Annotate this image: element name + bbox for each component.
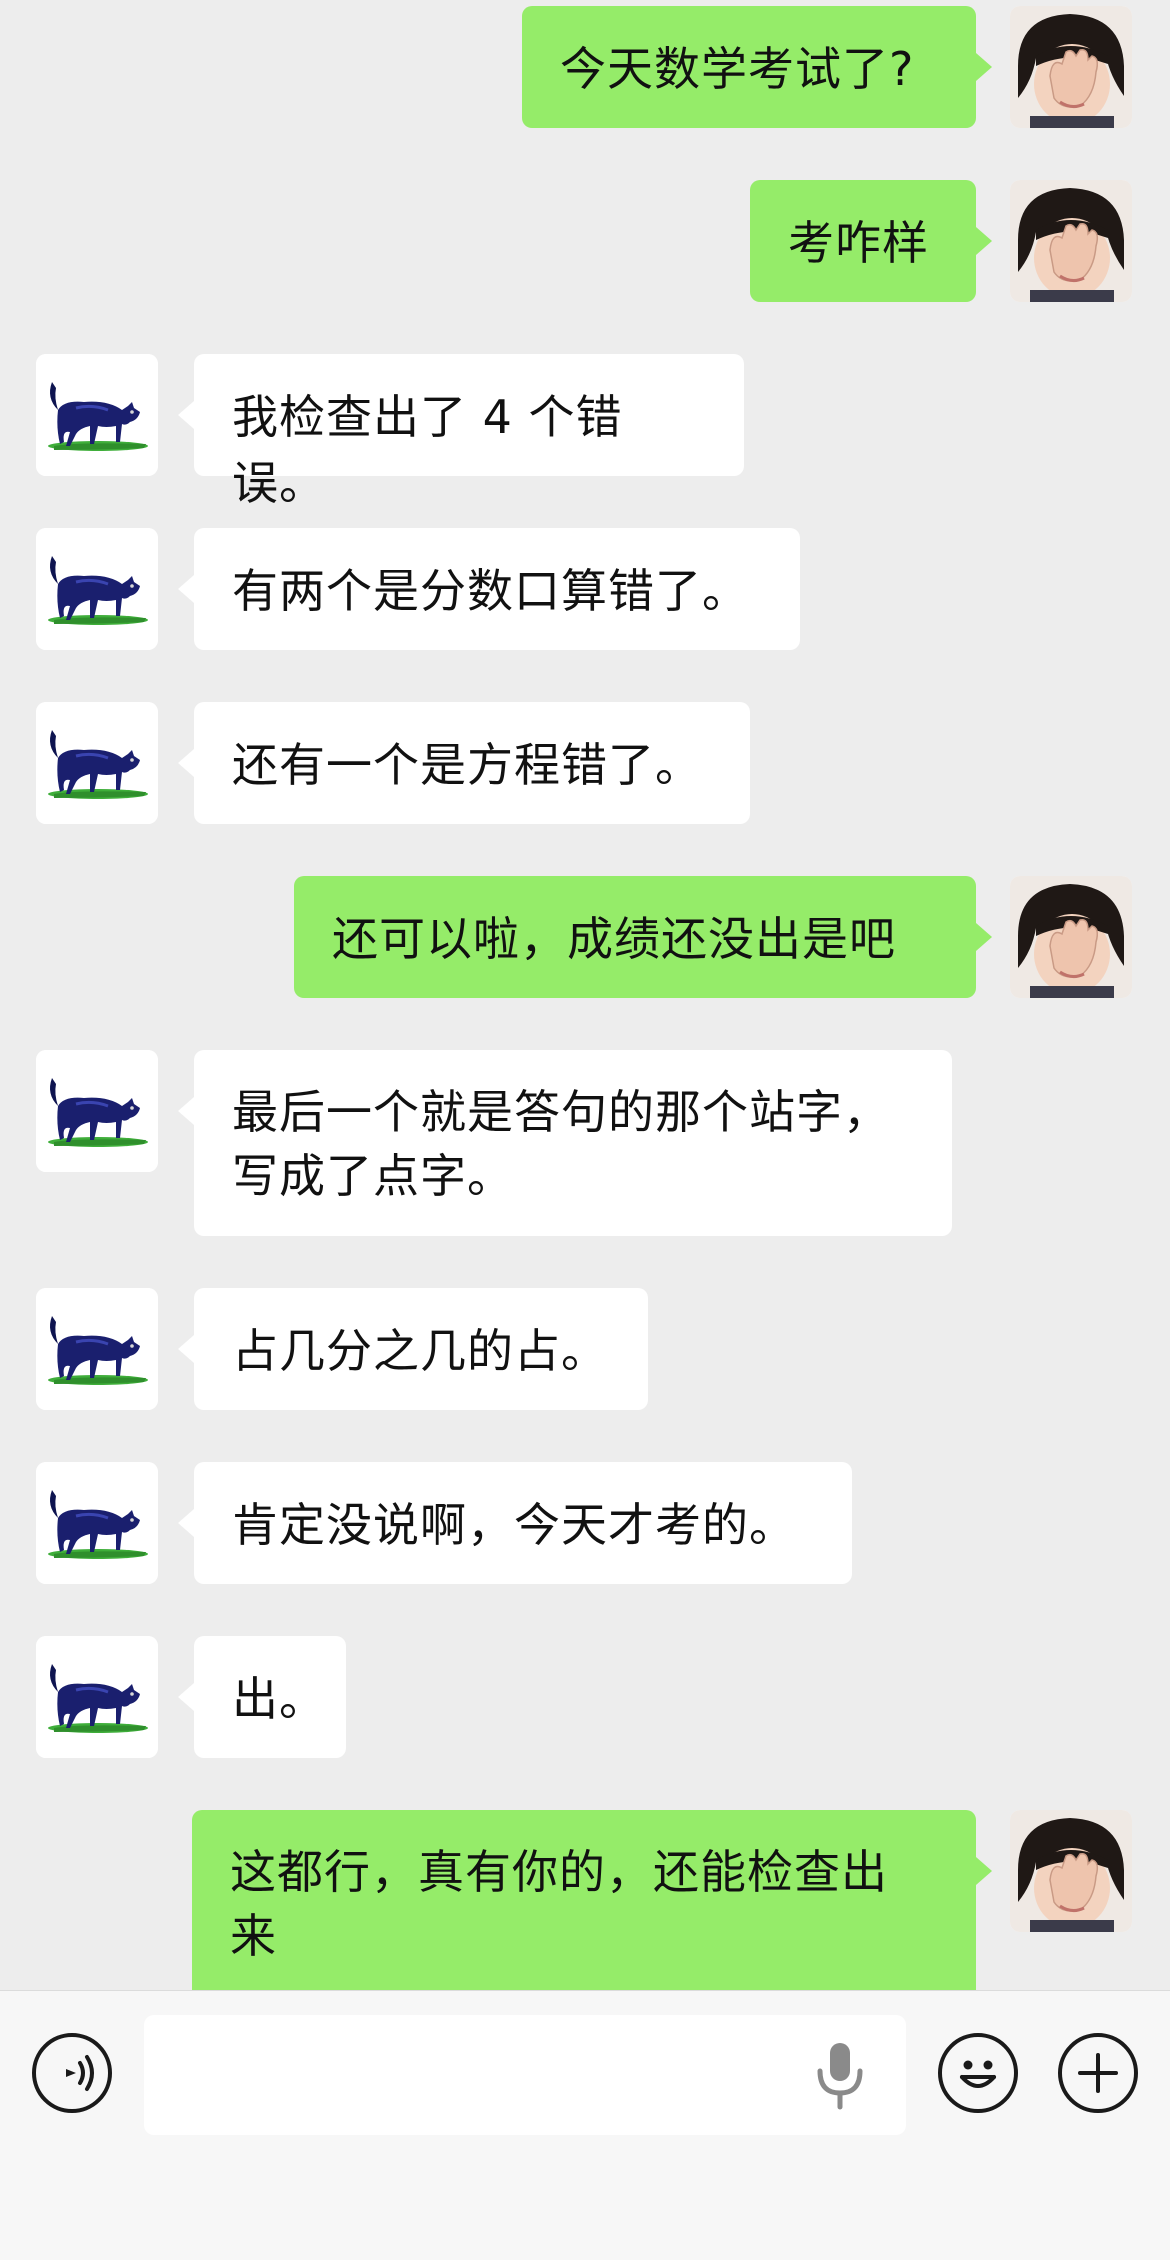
avatar-image (36, 1288, 158, 1410)
avatar[interactable] (1010, 1810, 1132, 1932)
avatar-image (36, 1050, 158, 1172)
avatar-image (36, 354, 158, 476)
plus-icon (1078, 2053, 1118, 2093)
microphone-icon[interactable] (810, 2039, 870, 2111)
avatar-image (1010, 6, 1132, 128)
avatar-image (1010, 876, 1132, 998)
avatar-image (1010, 1810, 1132, 1932)
avatar[interactable] (36, 354, 158, 476)
emoji-button[interactable] (938, 2033, 1018, 2113)
message-list[interactable]: 今天数学考试了? 考咋样 我检查出了 4 个错误。 有两个是分数口算错了。 还有… (0, 0, 1170, 1990)
message-bubble[interactable]: 有两个是分数口算错了。 (178, 528, 800, 650)
avatar-image (36, 702, 158, 824)
message-bubble[interactable]: 出。 (178, 1636, 346, 1758)
avatar[interactable] (1010, 180, 1132, 302)
voice-button[interactable] (32, 2033, 112, 2113)
more-button[interactable] (1058, 2033, 1138, 2113)
message-bubble[interactable]: 还有一个是方程错了。 (178, 702, 750, 824)
avatar[interactable] (36, 1050, 158, 1172)
message-input[interactable] (144, 2015, 906, 2135)
avatar[interactable] (36, 1636, 158, 1758)
message-bubble[interactable]: 考咋样 (750, 180, 992, 302)
avatar[interactable] (36, 1288, 158, 1410)
avatar[interactable] (36, 528, 158, 650)
message-bubble[interactable]: 今天数学考试了? (522, 6, 992, 128)
avatar-image (36, 1636, 158, 1758)
avatar[interactable] (36, 702, 158, 824)
chat-screen: 今天数学考试了? 考咋样 我检查出了 4 个错误。 有两个是分数口算错了。 还有… (0, 0, 1170, 2260)
avatar-image (1010, 180, 1132, 302)
avatar-image (36, 528, 158, 650)
message-bubble[interactable]: 最后一个就是答句的那个站字， 写成了点字。 (178, 1050, 952, 1236)
message-bubble[interactable]: 我检查出了 4 个错误。 (178, 354, 744, 510)
voice-icon (66, 2055, 94, 2091)
avatar[interactable] (1010, 876, 1132, 998)
emoji-icon (960, 2060, 996, 2088)
avatar[interactable] (36, 1462, 158, 1584)
message-bubble[interactable]: 占几分之几的占。 (178, 1288, 648, 1410)
message-bubble[interactable]: 还可以啦，成绩还没出是吧 (294, 876, 992, 998)
avatar-image (36, 1462, 158, 1584)
message-bubble[interactable]: 肯定没说啊，今天才考的。 (178, 1462, 852, 1584)
avatar[interactable] (1010, 6, 1132, 128)
chat-input-bar (0, 1990, 1170, 2260)
message-bubble[interactable]: 这都行，真有你的，还能检查出 来 (192, 1810, 992, 1990)
